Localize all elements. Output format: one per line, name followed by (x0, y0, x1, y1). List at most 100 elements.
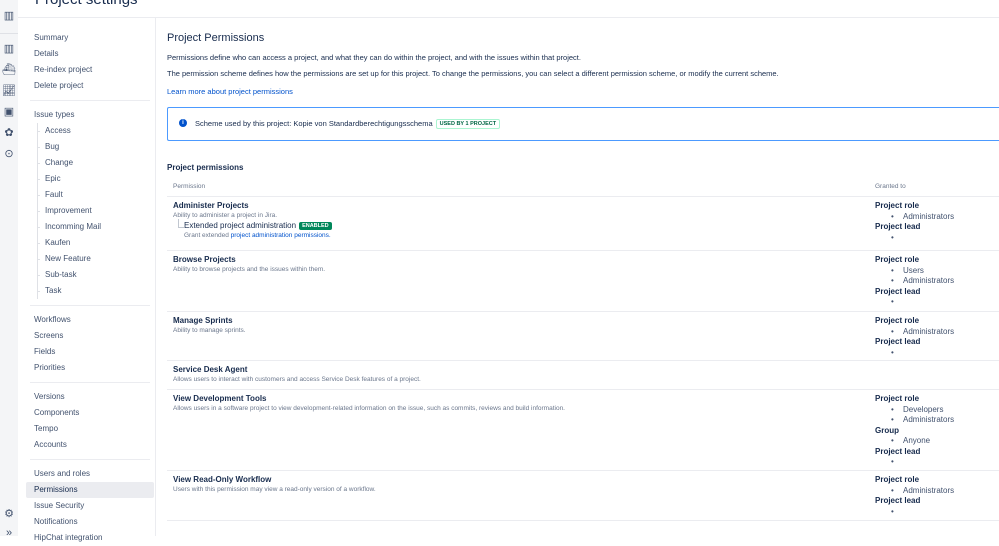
column-header-granted: Granted to (875, 183, 906, 190)
addons-icon[interactable]: ✿ (2, 126, 16, 140)
nav-subitem-issue-type[interactable]: New Feature (26, 251, 154, 267)
grant-type: Project role (875, 255, 920, 264)
nav-subitem-issue-type[interactable]: Sub-task (26, 267, 154, 283)
app-sidebar-rail: ▥ ▥ ⛴ 📈︎ ▣ ✿ ⊙ ⚙ » (0, 0, 18, 539)
permission-description: Allows users in a software project to vi… (173, 405, 565, 412)
intro-text: Permissions define who can access a proj… (167, 53, 581, 62)
nav-item-permissions-selected[interactable]: Permissions (26, 482, 154, 498)
nav-item[interactable]: Details (26, 46, 154, 62)
nav-item[interactable]: Tempo (26, 421, 154, 437)
reports-icon[interactable]: 📈︎ (2, 84, 16, 98)
granted-to: Project role UsersAdministratorsProject l… (875, 255, 954, 308)
grant-type: Project role (875, 201, 920, 210)
nav-item[interactable]: Workflows (26, 312, 154, 328)
permission-row: View Read-Only Workflow Users with this p… (167, 470, 999, 520)
nav-item[interactable]: Accounts (26, 437, 154, 453)
grant-item-empty (875, 348, 954, 359)
divider (18, 17, 999, 18)
grant-type: Project role (875, 316, 920, 325)
grant-item-empty (875, 507, 954, 518)
nav-subitem-issue-type[interactable]: Incomming Mail (26, 219, 154, 235)
grant-item: Developers (875, 405, 954, 416)
nav-subitem-issue-type[interactable]: Access (26, 123, 154, 139)
grant-type: Project lead (875, 337, 921, 346)
grant-type: Group (875, 425, 899, 435)
nav-item[interactable]: Delete project (26, 78, 154, 94)
learn-more-link[interactable]: Learn more about project permissions (167, 87, 293, 96)
info-icon: i (179, 119, 187, 127)
grant-item: Administrators (875, 276, 954, 287)
nav-item[interactable]: Screens (26, 328, 154, 344)
grant-item-empty (875, 297, 954, 308)
nav-item[interactable]: Summary (26, 30, 154, 46)
permission-name: Browse Projects (173, 255, 236, 264)
grant-item: Administrators (875, 212, 954, 223)
permission-row: View Development Tools Allows users in a … (167, 389, 999, 470)
divider (30, 459, 150, 460)
permission-name: View Read-Only Workflow (173, 475, 272, 484)
columns-icon[interactable]: ▥ (2, 42, 16, 56)
permission-row: Manage Sprints Ability to manage sprints.… (167, 311, 999, 360)
chevron-circle-icon[interactable]: ⊙ (2, 147, 16, 161)
nav-subitem-issue-type[interactable]: Epic (26, 171, 154, 187)
divider (167, 520, 999, 521)
nav-item[interactable]: Users and roles (26, 466, 154, 482)
section-title: Project Permissions (167, 32, 265, 44)
nav-subitem-issue-type[interactable]: Bug (26, 139, 154, 155)
permission-name: Service Desk Agent (173, 365, 248, 374)
nav-subitem-issue-type[interactable]: Improvement (26, 203, 154, 219)
nav-item[interactable]: Re-index project (26, 62, 154, 78)
nav-subitem-issue-type[interactable]: Fault (26, 187, 154, 203)
nav-item[interactable]: Versions (26, 389, 154, 405)
permission-description: Ability to browse projects and the issue… (173, 266, 326, 273)
granted-to: Project role AdministratorsProject lead (875, 475, 954, 517)
grant-item-empty (875, 457, 954, 468)
grant-type: Project lead (875, 222, 921, 231)
permission-row: Administer Projects Ability to administer… (167, 196, 999, 250)
divider (30, 305, 150, 306)
scheme-info-panel: i Scheme used by this project: Kopie von… (167, 107, 999, 141)
nav-item[interactable]: Fields (26, 344, 154, 360)
nav-item[interactable]: Components (26, 405, 154, 421)
permission-row: Browse Projects Ability to browse project… (167, 250, 999, 311)
grant-text: Grant extended (184, 232, 229, 239)
grant-type: Project lead (875, 496, 921, 505)
nav-subitem-issue-type[interactable]: Kaufen (26, 235, 154, 251)
grant-item: Administrators (875, 327, 954, 338)
settings-icon[interactable]: ⚙ (2, 507, 16, 521)
divider (30, 100, 150, 101)
nav-subitem-issue-type[interactable]: Task (26, 283, 154, 299)
divider (30, 382, 150, 383)
intro-text: The permission scheme defines how the pe… (167, 69, 779, 78)
divider (0, 33, 18, 34)
used-by-badge: USED BY 1 PROJECT (435, 119, 501, 129)
grant-item: Administrators (875, 415, 954, 426)
permission-row: Service Desk Agent Allows users to intera… (167, 360, 999, 389)
grant-item-empty (875, 233, 954, 244)
grant-type: Project role (875, 394, 920, 403)
grant-item: Anyone (875, 436, 954, 447)
admin-permissions-link[interactable]: project administration permissions. (231, 232, 331, 239)
divider (155, 18, 156, 536)
grant-item: Users (875, 266, 954, 277)
grant-type: Project lead (875, 286, 921, 296)
grant-type: Project role (875, 475, 920, 484)
nav-item[interactable]: Notifications (26, 514, 154, 530)
scheme-text: Scheme used by this project: Kopie von S… (195, 119, 433, 128)
nav-item[interactable]: Priorities (26, 360, 154, 376)
permissions-heading: Project permissions (167, 163, 244, 172)
page-title: Project settings (35, 0, 138, 8)
expand-icon[interactable]: » (2, 526, 16, 540)
releases-icon[interactable]: ▣ (2, 105, 16, 119)
nav-item-issue-types[interactable]: Issue types (26, 107, 154, 123)
nav-item[interactable]: Issue Security (26, 498, 154, 514)
grant-item: Administrators (875, 486, 954, 497)
ship-icon[interactable]: ⛴ (2, 63, 16, 77)
board-icon[interactable]: ▥ (2, 9, 16, 23)
permission-description: Users with this permission may view a re… (173, 486, 376, 493)
permission-name: View Development Tools (173, 394, 267, 403)
nav-item[interactable]: HipChat integration (26, 530, 154, 546)
permission-description: Ability to administer a project in Jira. (173, 212, 278, 219)
project-settings-nav: Summary Details Re-index project Delete pro… (26, 30, 154, 546)
nav-subitem-issue-type[interactable]: Change (26, 155, 154, 171)
